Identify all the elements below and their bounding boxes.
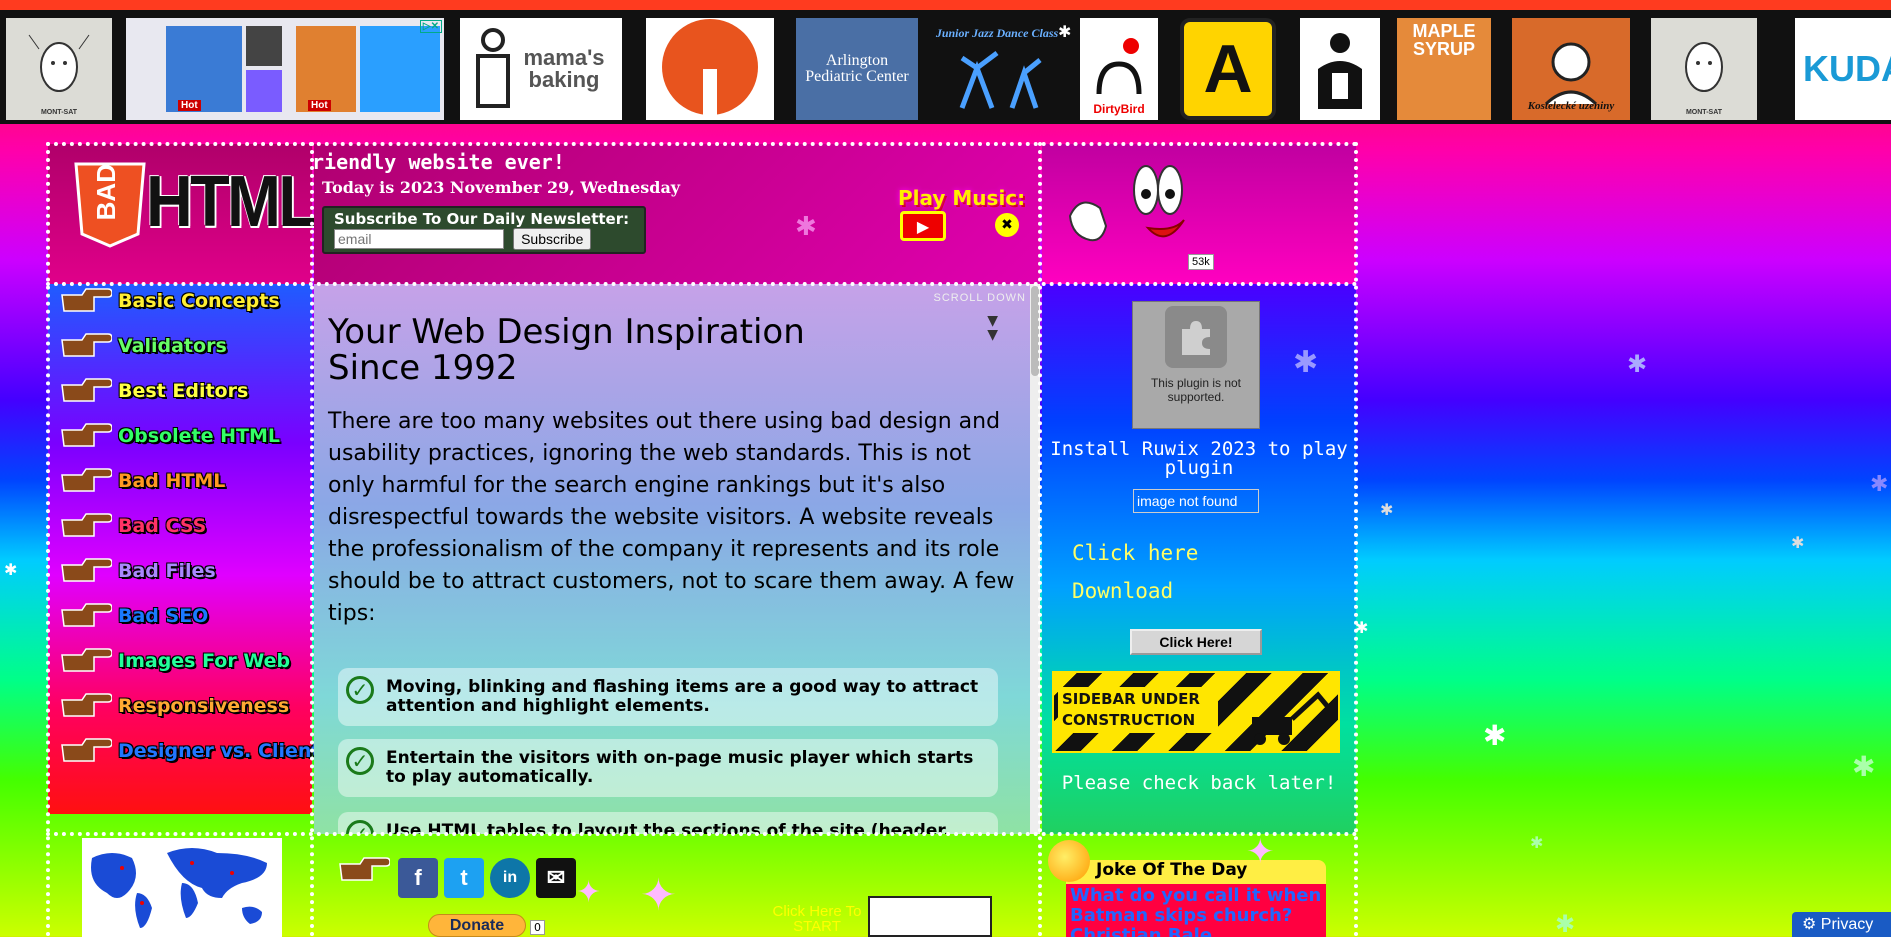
- ad-tile[interactable]: DirtyBird: [1080, 18, 1158, 120]
- game-thumb: [246, 70, 282, 112]
- person-icon: [1318, 33, 1362, 109]
- sun-logo-icon: [662, 19, 758, 119]
- star-icon: ✱: [1058, 22, 1072, 41]
- ad-tile[interactable]: MAPLE SYRUP: [1397, 18, 1491, 120]
- ad-text: mama's baking: [523, 45, 605, 92]
- star-icon: ✱: [1293, 345, 1319, 380]
- gear-icon: ⚙: [1802, 916, 1821, 933]
- ad-tile[interactable]: [1300, 18, 1380, 120]
- ad-text: Arlington Pediatric Center: [805, 52, 909, 85]
- chef-icon: [476, 28, 510, 108]
- hot-badge: Hot: [308, 100, 331, 111]
- ad-text: KUDA: [1803, 48, 1891, 89]
- ad-tile[interactable]: KUDA: [1795, 18, 1891, 120]
- privacy-button[interactable]: ⚙ Privacy: [1792, 912, 1891, 937]
- game-thumb: [246, 26, 282, 66]
- layout-frame: [46, 142, 1358, 937]
- privacy-label: Privacy: [1820, 916, 1874, 933]
- chicken-icon: [1096, 38, 1142, 95]
- frame-divider: [46, 832, 1358, 836]
- star-icon: ✱: [1530, 833, 1544, 852]
- ad-tile[interactable]: MONT-SAT: [1651, 18, 1757, 120]
- man-portrait-icon: [1544, 42, 1598, 104]
- ad-text: Kostelecké uzeniny: [1527, 100, 1615, 112]
- hot-badge: Hot: [178, 100, 201, 111]
- ad-games-tile[interactable]: Hot Hot ▷✕: [126, 18, 444, 120]
- dancers-icon: [959, 51, 1042, 109]
- ad-text: A: [1203, 31, 1253, 107]
- frame-divider: [1038, 142, 1042, 937]
- star-icon: ✱: [1380, 500, 1394, 519]
- star-icon: ✱: [795, 212, 817, 242]
- ad-tile[interactable]: Arlington Pediatric Center: [796, 18, 918, 120]
- star-icon: ✱: [1555, 910, 1576, 937]
- sparkle-icon: ✦: [640, 870, 677, 921]
- ad-choices-icon[interactable]: ▷✕: [419, 20, 442, 33]
- ad-tile[interactable]: [646, 18, 774, 120]
- ad-text: MONT-SAT: [1685, 109, 1723, 116]
- ad-tile[interactable]: MONT-SAT: [6, 18, 112, 120]
- ad-tile[interactable]: A: [1180, 18, 1276, 120]
- star-icon: ✱: [1852, 750, 1876, 783]
- star-icon: ✱: [1355, 618, 1369, 637]
- star-icon: ✱: [1483, 719, 1507, 752]
- star-icon: ✱: [4, 560, 18, 579]
- egg-mascot-icon: [1685, 42, 1723, 92]
- ad-text: DirtyBird: [1093, 102, 1145, 116]
- ad-text: MONT-SAT: [40, 109, 78, 116]
- ad-text: MAPLE SYRUP: [1412, 21, 1476, 59]
- star-icon: ✱: [1791, 533, 1805, 552]
- egg-mascot-icon: [28, 34, 90, 92]
- sparkle-icon: ✦: [576, 875, 602, 910]
- game-thumb: [360, 26, 440, 112]
- ad-text: Junior Jazz Dance Class: [935, 26, 1059, 40]
- sparkle-icon: ✦: [1246, 832, 1275, 872]
- ad-banner-strip: MONT-SAT Hot Hot ▷✕ mama's baking Arling…: [0, 0, 1891, 124]
- ad-tile[interactable]: Junior Jazz Dance Class: [930, 18, 1064, 120]
- frame-divider: [310, 142, 314, 937]
- star-icon: ✱: [1627, 350, 1648, 378]
- ad-tile[interactable]: Kostelecké uzeniny: [1512, 18, 1630, 120]
- star-icon: ✱: [1870, 472, 1889, 497]
- frame-divider: [46, 282, 1358, 286]
- ad-tile[interactable]: mama's baking: [460, 18, 622, 120]
